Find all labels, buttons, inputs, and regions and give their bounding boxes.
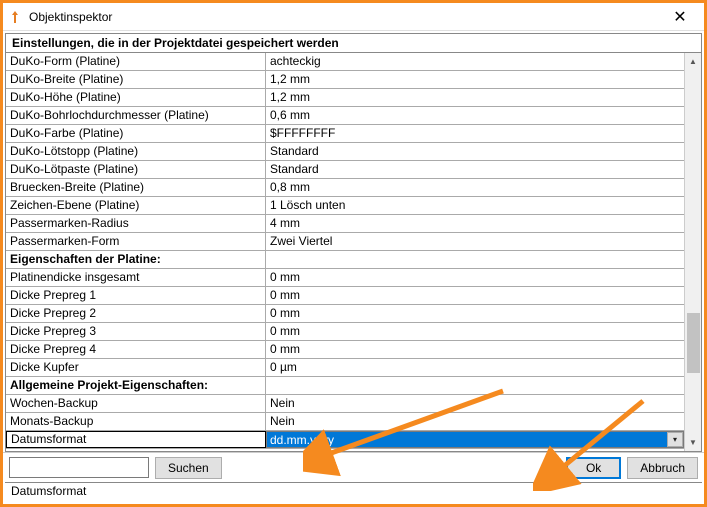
property-row[interactable]: DuKo-Höhe (Platine)1,2 mm bbox=[6, 89, 684, 107]
property-label: DuKo-Bohrlochdurchmesser (Platine) bbox=[6, 107, 266, 124]
property-row[interactable]: Dicke Prepreg 40 mm bbox=[6, 341, 684, 359]
close-button[interactable]: ✕ bbox=[660, 3, 700, 30]
window-title: Objektinspektor bbox=[29, 10, 660, 24]
property-label: DuKo-Farbe (Platine) bbox=[6, 125, 266, 142]
property-label: DuKo-Lötpaste (Platine) bbox=[6, 161, 266, 178]
ok-button[interactable]: Ok bbox=[566, 457, 621, 479]
property-value: Standard bbox=[266, 143, 684, 160]
status-bar: Datumsformat bbox=[5, 482, 702, 502]
property-label: Dicke Prepreg 3 bbox=[6, 323, 266, 340]
property-value: 1,2 mm bbox=[266, 71, 684, 88]
property-value: Nein bbox=[266, 395, 684, 412]
vertical-scrollbar[interactable]: ▲ ▼ bbox=[684, 53, 701, 451]
property-row[interactable]: Passermarken-Radius4 mm bbox=[6, 215, 684, 233]
chevron-down-icon[interactable]: ▾ bbox=[667, 432, 683, 447]
property-row[interactable]: Eigenschaften der Platine: bbox=[6, 251, 684, 269]
property-value[interactable]: ▾ bbox=[266, 431, 684, 448]
property-label: Datumsformat bbox=[6, 431, 266, 448]
property-value: 0 mm bbox=[266, 269, 684, 286]
scroll-thumb[interactable] bbox=[687, 313, 700, 373]
property-row[interactable]: Passermarken-FormZwei Viertel bbox=[6, 233, 684, 251]
property-value bbox=[266, 251, 684, 268]
property-row[interactable]: Platinendicke insgesamt0 mm bbox=[6, 269, 684, 287]
property-value: 0 mm bbox=[266, 287, 684, 304]
property-row[interactable]: Dicke Prepreg 20 mm bbox=[6, 305, 684, 323]
property-grid: DuKo-Form (Platine)achteckigDuKo-Breite … bbox=[6, 53, 684, 451]
bottom-bar: Suchen Ok Abbruch bbox=[3, 452, 704, 482]
property-value: 0,8 mm bbox=[266, 179, 684, 196]
property-row[interactable]: Allgemeine Projekt-Eigenschaften: bbox=[6, 377, 684, 395]
property-row[interactable]: Dicke Prepreg 30 mm bbox=[6, 323, 684, 341]
scroll-up-arrow[interactable]: ▲ bbox=[685, 53, 701, 70]
property-value: 0 µm bbox=[266, 359, 684, 376]
property-row[interactable]: Dicke Kupfer0 µm bbox=[6, 359, 684, 377]
property-label: Passermarken-Radius bbox=[6, 215, 266, 232]
property-row[interactable]: DuKo-Bohrlochdurchmesser (Platine)0,6 mm bbox=[6, 107, 684, 125]
property-label: Dicke Prepreg 1 bbox=[6, 287, 266, 304]
titlebar: Objektinspektor ✕ bbox=[3, 3, 704, 31]
property-row[interactable]: Zeichen-Ebene (Platine)1 Lösch unten bbox=[6, 197, 684, 215]
property-label: Passermarken-Form bbox=[6, 233, 266, 250]
property-value bbox=[266, 377, 684, 394]
property-value: $FFFFFFFF bbox=[266, 125, 684, 142]
search-button[interactable]: Suchen bbox=[155, 457, 222, 479]
property-grid-wrap: DuKo-Form (Platine)achteckigDuKo-Breite … bbox=[5, 53, 702, 452]
search-input[interactable] bbox=[9, 457, 149, 478]
property-value: 0,6 mm bbox=[266, 107, 684, 124]
property-value: 0 mm bbox=[266, 323, 684, 340]
window: Objektinspektor ✕ Einstellungen, die in … bbox=[0, 0, 707, 507]
property-label: Bruecken-Breite (Platine) bbox=[6, 179, 266, 196]
scroll-down-arrow[interactable]: ▼ bbox=[685, 434, 701, 451]
property-label: Dicke Kupfer bbox=[6, 359, 266, 376]
property-label: Wochen-Backup bbox=[6, 395, 266, 412]
property-value: 0 mm bbox=[266, 305, 684, 322]
property-row[interactable]: Datumsformat ▾ bbox=[6, 431, 684, 449]
property-label: Allgemeine Projekt-Eigenschaften: bbox=[6, 377, 266, 394]
property-value: 0 mm bbox=[266, 341, 684, 358]
property-row[interactable]: Dicke Prepreg 10 mm bbox=[6, 287, 684, 305]
property-label: DuKo-Lötstopp (Platine) bbox=[6, 143, 266, 160]
app-icon bbox=[7, 9, 23, 25]
content-area: Einstellungen, die in der Projektdatei g… bbox=[3, 31, 704, 504]
property-row[interactable]: Bruecken-Breite (Platine)0,8 mm bbox=[6, 179, 684, 197]
property-label: Dicke Prepreg 4 bbox=[6, 341, 266, 358]
property-label: DuKo-Höhe (Platine) bbox=[6, 89, 266, 106]
property-value: Standard bbox=[266, 161, 684, 178]
property-value: 4 mm bbox=[266, 215, 684, 232]
property-label: DuKo-Breite (Platine) bbox=[6, 71, 266, 88]
cancel-button[interactable]: Abbruch bbox=[627, 457, 698, 479]
property-row[interactable]: DuKo-Breite (Platine)1,2 mm bbox=[6, 71, 684, 89]
section-header: Einstellungen, die in der Projektdatei g… bbox=[5, 33, 702, 53]
property-row[interactable]: DuKo-Farbe (Platine)$FFFFFFFF bbox=[6, 125, 684, 143]
property-value: Nein bbox=[266, 413, 684, 430]
property-label: Eigenschaften der Platine: bbox=[6, 251, 266, 268]
property-label: Monats-Backup bbox=[6, 413, 266, 430]
property-row[interactable]: DuKo-Lötpaste (Platine)Standard bbox=[6, 161, 684, 179]
property-value: 1,2 mm bbox=[266, 89, 684, 106]
property-value: achteckig bbox=[266, 53, 684, 70]
property-label: DuKo-Form (Platine) bbox=[6, 53, 266, 70]
property-value: 1 Lösch unten bbox=[266, 197, 684, 214]
property-row[interactable]: DuKo-Form (Platine)achteckig bbox=[6, 53, 684, 71]
property-label: Zeichen-Ebene (Platine) bbox=[6, 197, 266, 214]
property-label: Platinendicke insgesamt bbox=[6, 269, 266, 286]
property-row[interactable]: Monats-BackupNein bbox=[6, 413, 684, 431]
property-row[interactable]: DuKo-Lötstopp (Platine)Standard bbox=[6, 143, 684, 161]
property-row[interactable]: Wochen-BackupNein bbox=[6, 395, 684, 413]
property-label: Dicke Prepreg 2 bbox=[6, 305, 266, 322]
property-value-input[interactable] bbox=[266, 431, 684, 448]
property-value: Zwei Viertel bbox=[266, 233, 684, 250]
